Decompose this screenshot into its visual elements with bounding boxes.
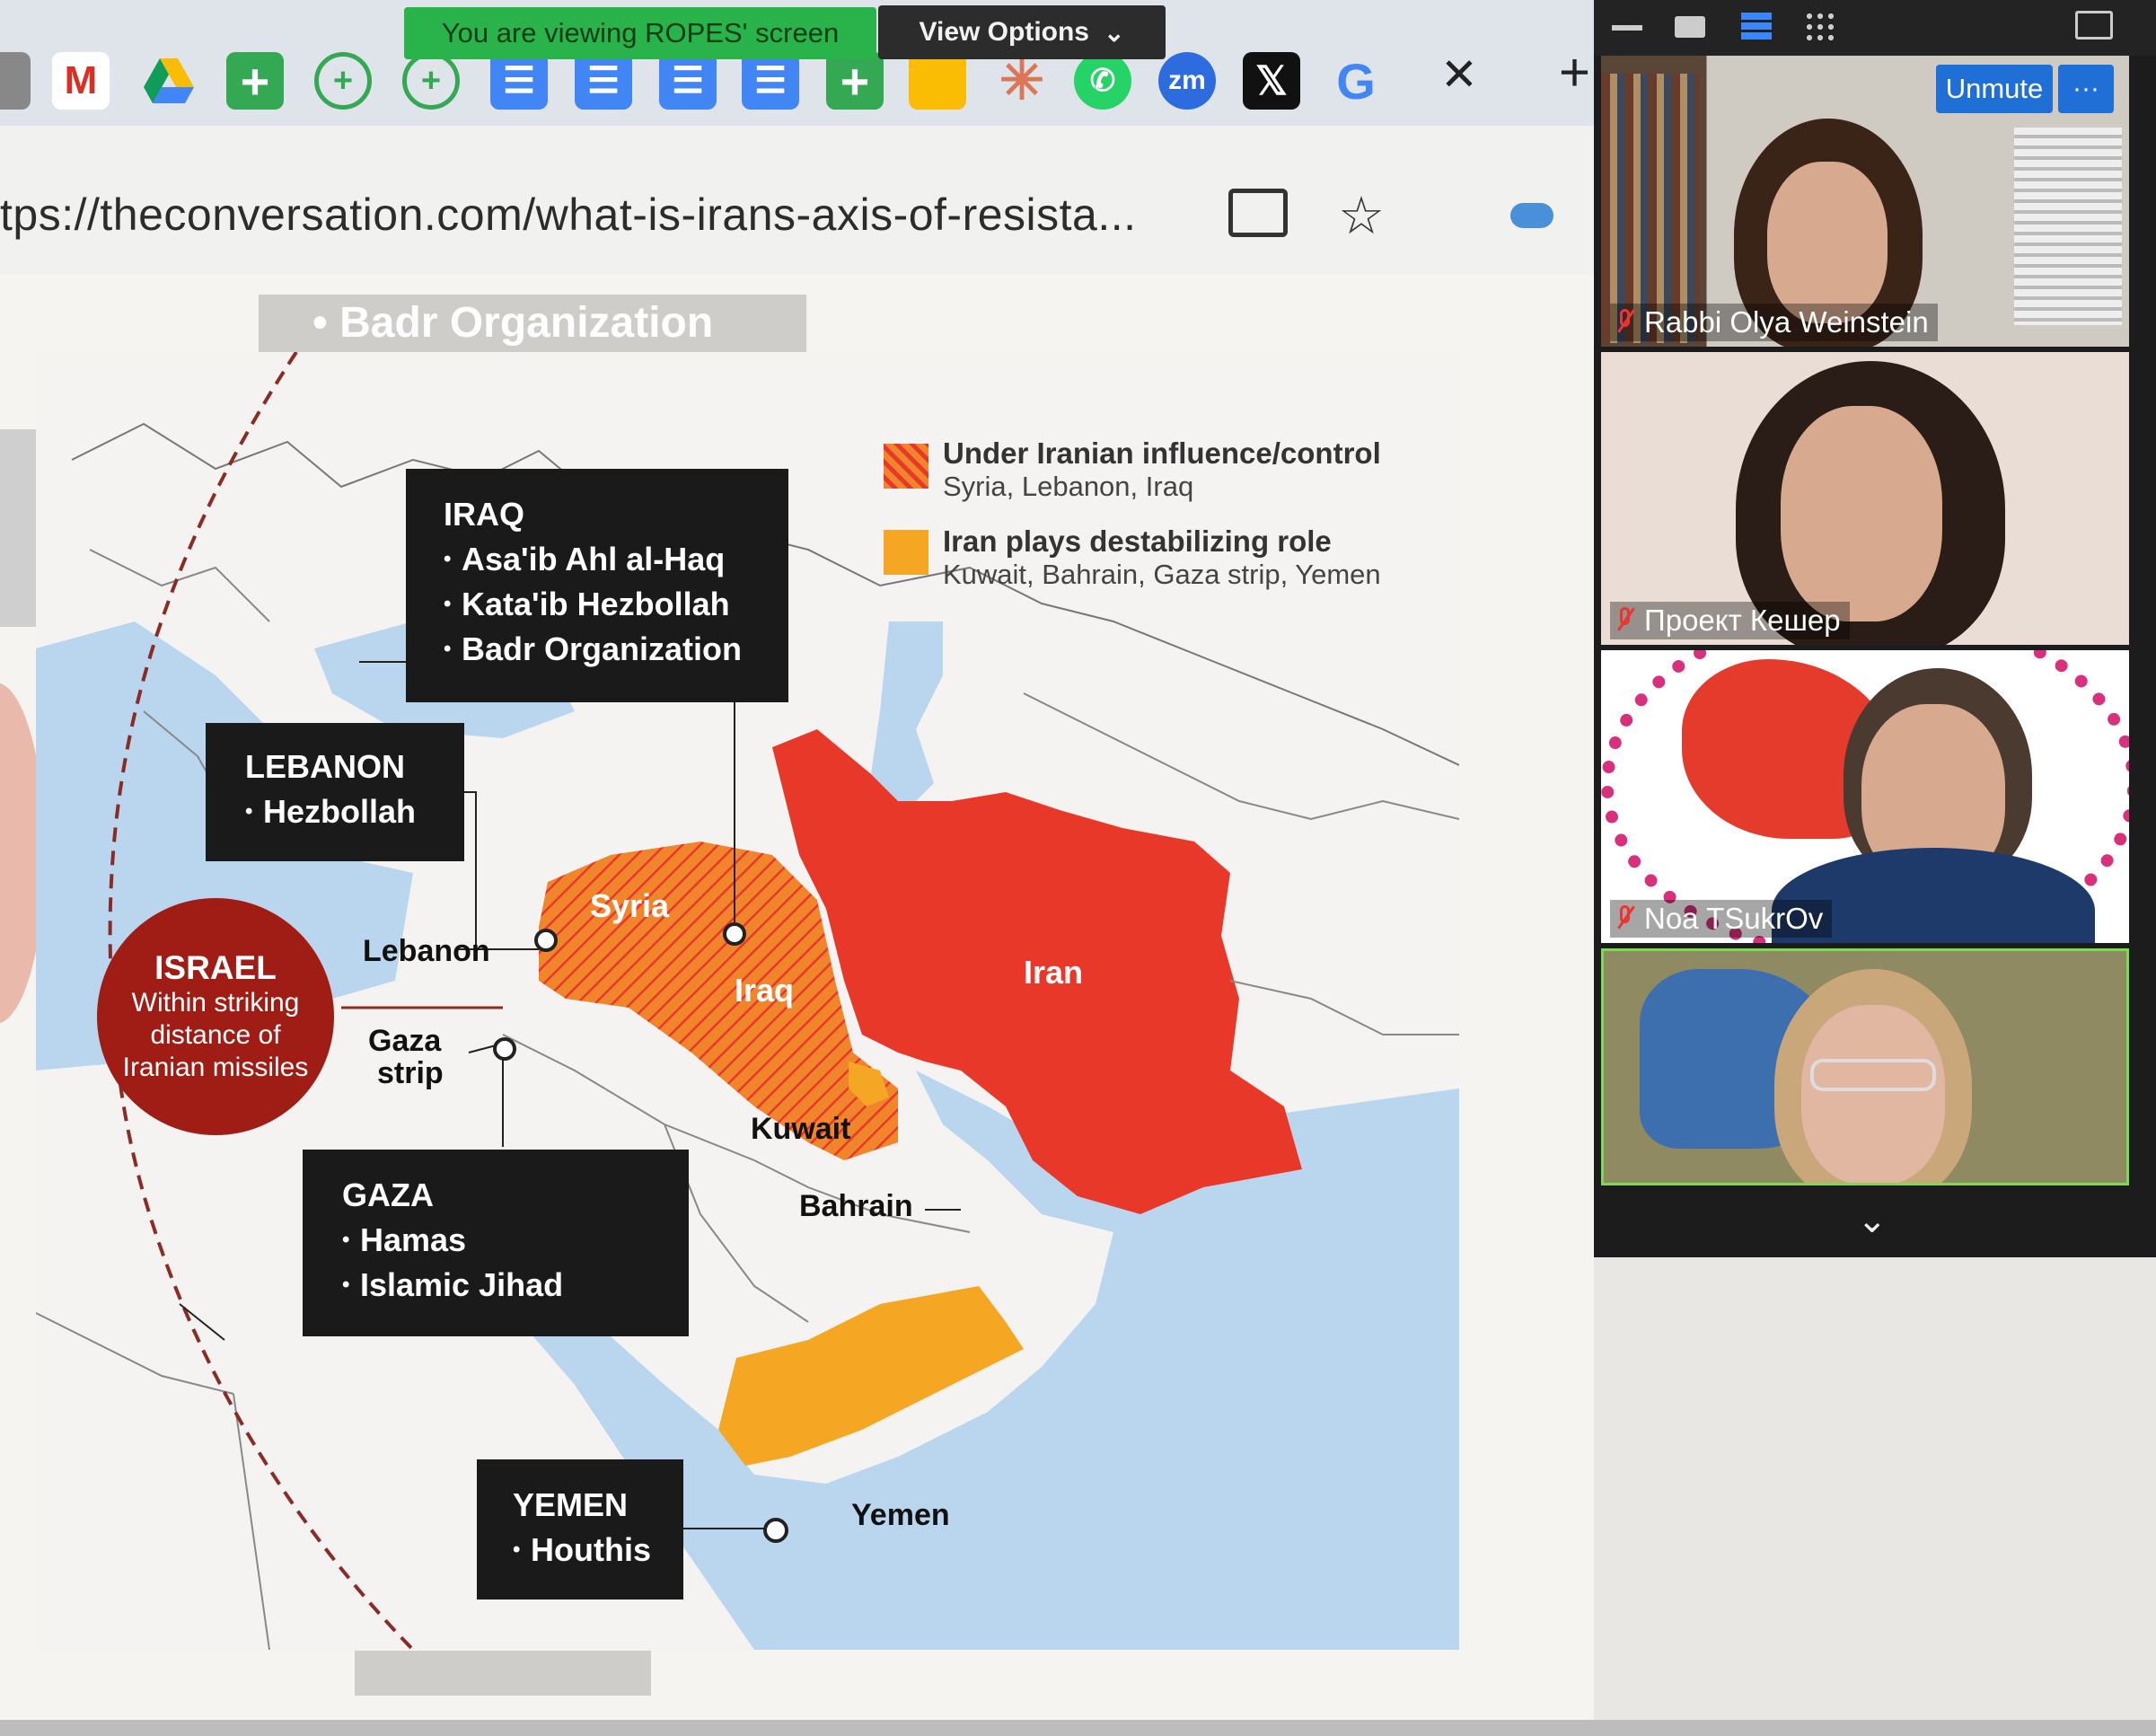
bookshelf (1601, 74, 1700, 343)
gaza-marker (493, 1037, 516, 1061)
yemen-box: YEMEN Houthis (477, 1459, 683, 1599)
muted-mic-icon (1615, 309, 1635, 336)
gaza-box-title: GAZA (342, 1176, 434, 1213)
legend-sub-destabilizing: Kuwait, Bahrain, Gaza strip, Yemen (943, 559, 1381, 590)
iraq-item: Kata'ib Hezbollah (444, 582, 788, 627)
docs-icon[interactable]: ☰ (490, 52, 548, 110)
minimize-icon[interactable] (1612, 25, 1642, 31)
gaza-label: strip (377, 1056, 444, 1090)
chevron-down-icon[interactable]: ⌄ (1857, 1200, 1888, 1241)
yemen-marker (763, 1518, 788, 1543)
cloud-icon[interactable] (1510, 203, 1553, 228)
lebanon-marker (534, 929, 558, 952)
israel-subtitle: Within striking distance of Iranian miss… (122, 988, 309, 1082)
participant-name: Проект Кешер (1644, 604, 1841, 637)
close-tab-button[interactable]: ✕ (1440, 48, 1478, 101)
url-field[interactable]: tps://theconversation.com/what-is-irans-… (0, 189, 1137, 241)
participant-name: Noa TSukrOv (1644, 902, 1824, 935)
yemen-label: Yemen (851, 1498, 950, 1532)
legend-title-influence: Under Iranian influence/control (943, 436, 1381, 470)
lebanon-box: LEBANON Hezbollah (206, 723, 464, 861)
green-circle-plus-icon[interactable]: + (402, 52, 460, 110)
docs-icon[interactable]: ☰ (742, 52, 799, 110)
gallery-toolbar (1594, 0, 2156, 56)
lebanon-box-title: LEBANON (245, 748, 405, 785)
gaza-item: Hamas (342, 1218, 689, 1263)
legend-title-destabilizing: Iran plays destabilizing role (943, 524, 1332, 558)
muted-mic-icon (1615, 607, 1635, 634)
green-circle-plus-icon[interactable]: + (314, 52, 372, 110)
exit-fullscreen-icon[interactable] (2075, 11, 2113, 40)
participant-tile[interactable]: Проект Кешер (1601, 352, 2129, 645)
gallery-view-icon[interactable] (1675, 16, 1705, 38)
glasses (1810, 1059, 1936, 1091)
claude-icon[interactable]: ✳ (993, 50, 1051, 110)
keep-icon[interactable] (909, 52, 966, 110)
iran-label: Iran (1024, 954, 1084, 991)
google-drive-icon[interactable] (140, 52, 198, 110)
participant-tile[interactable] (1601, 948, 2129, 1185)
yemen-box-title: YEMEN (513, 1486, 629, 1523)
israel-circle: ISRAEL Within striking distance of Irani… (97, 898, 334, 1135)
iraq-item: Asa'ib Ahl al-Haq (444, 537, 788, 582)
iraq-label: Iraq (735, 972, 795, 1009)
install-app-icon[interactable] (1228, 189, 1288, 237)
yemen-item: Houthis (513, 1528, 683, 1573)
bookmark-star-icon[interactable]: ☆ (1338, 185, 1385, 246)
participant-name-tag: Noa TSukrOv (1610, 900, 1833, 938)
green-plus-icon[interactable]: + (226, 52, 284, 110)
gmail-icon[interactable]: M (52, 52, 110, 110)
green-plus-icon[interactable]: + (826, 52, 884, 110)
gaza-item: Islamic Jihad (342, 1263, 689, 1308)
iraq-marker (723, 922, 746, 946)
gaza-label: Gaza (368, 1024, 442, 1058)
window-blind (2014, 128, 2122, 325)
bottom-caption-bar (355, 1651, 651, 1696)
docs-icon[interactable]: ☰ (575, 52, 632, 110)
lebanon-label: Lebanon (363, 934, 490, 968)
face (1801, 1005, 1945, 1183)
bahrain-label: Bahrain (799, 1189, 913, 1223)
israel-title: ISRAEL (154, 949, 277, 986)
participant-name-tag: Проект Кешер (1610, 602, 1850, 639)
google-icon[interactable]: G (1327, 52, 1385, 110)
zoom-icon[interactable]: zm (1158, 52, 1216, 110)
grid-view-icon[interactable] (1804, 11, 1836, 43)
participant-name: Rabbi Olya Weinstein (1644, 305, 1929, 339)
speaker-view-icon[interactable] (1741, 13, 1772, 40)
participant-name-tag: Rabbi Olya Weinstein (1610, 304, 1938, 341)
legend-sub-influence: Syria, Lebanon, Iraq (943, 471, 1194, 502)
top-caption: • Badr Organization (312, 299, 714, 347)
participant-tile[interactable]: Noa TSukrOv (1601, 650, 2129, 943)
more-options-button[interactable]: ··· (2058, 65, 2114, 113)
legend-swatch-influence (884, 444, 928, 489)
iraq-box: IRAQ Asa'ib Ahl al-Haq Kata'ib Hezbollah… (406, 469, 788, 702)
x-icon[interactable]: 𝕏 (1243, 52, 1300, 110)
chrome-icon[interactable] (0, 52, 31, 110)
new-tab-button[interactable]: + (1559, 41, 1590, 103)
view-options-button[interactable]: View Options ⌄ (878, 5, 1166, 59)
top-caption-bar: • Badr Organization (259, 295, 806, 354)
muted-mic-icon (1615, 905, 1635, 932)
lebanon-item: Hezbollah (245, 789, 464, 834)
view-options-label: View Options (919, 17, 1089, 47)
docs-icon[interactable]: ☰ (659, 52, 717, 110)
unmute-button[interactable]: Unmute (1936, 65, 2053, 113)
face (1781, 406, 1942, 621)
legend-swatch-destabilizing (884, 530, 928, 575)
iraq-item: Badr Organization (444, 627, 788, 672)
gaza-box: GAZA Hamas Islamic Jihad (303, 1150, 689, 1336)
bottom-bar (0, 1720, 2156, 1736)
iraq-box-title: IRAQ (444, 496, 524, 533)
face (1767, 162, 1888, 323)
kuwait-label: Kuwait (751, 1112, 851, 1146)
syria-label: Syria (590, 887, 670, 924)
screen-share-banner: You are viewing ROPES' screen (404, 7, 876, 59)
chevron-down-icon: ⌄ (1104, 18, 1125, 47)
whatsapp-icon[interactable]: ✆ (1074, 52, 1131, 110)
